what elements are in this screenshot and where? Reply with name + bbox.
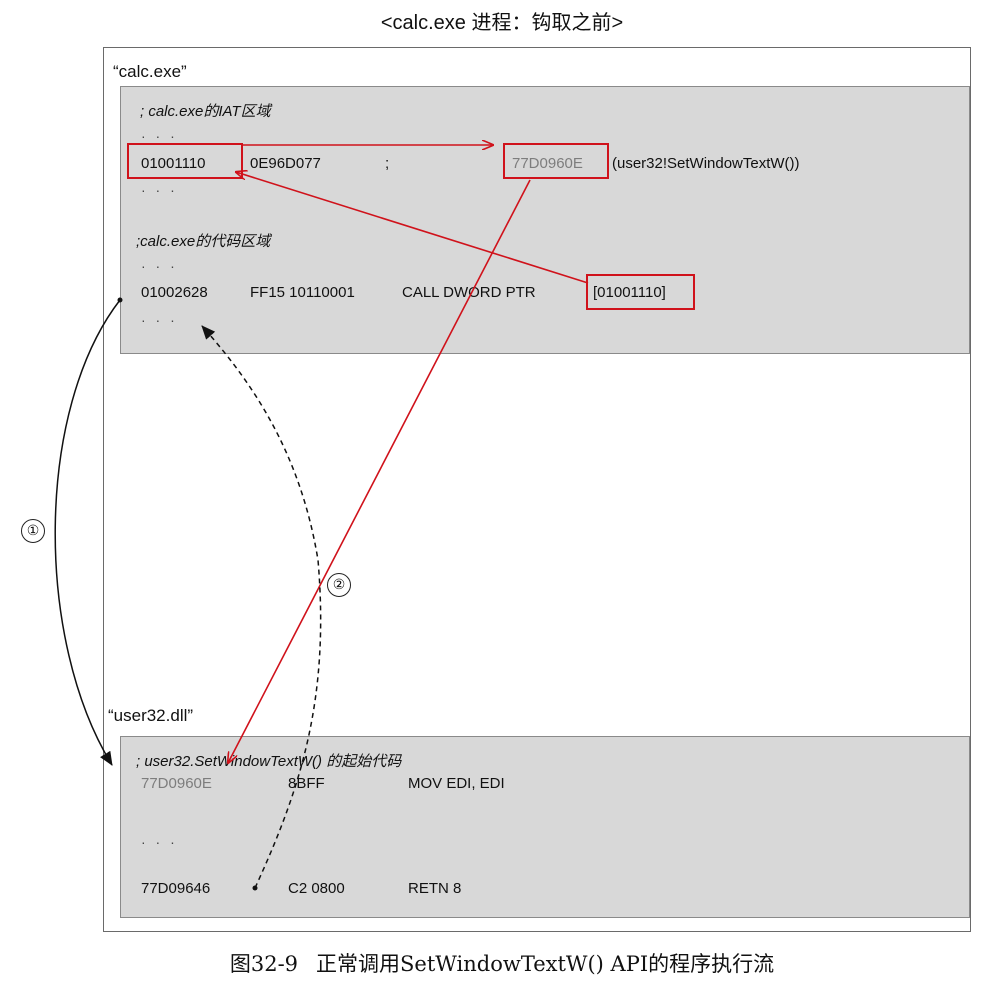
caption-text: 正常调用SetWindowTextW() API的程序执行流 <box>316 952 775 976</box>
return-flow-arrow-2 <box>201 325 322 889</box>
step-1-marker: ① <box>21 519 45 543</box>
flow-arrows <box>54 0 589 891</box>
caption-number: 图32-9 <box>229 952 299 976</box>
target-to-user32-arrow <box>228 179 531 763</box>
call-flow-arrow-1 <box>54 299 121 766</box>
figure-caption: 图32-9 正常调用SetWindowTextW() API的程序执行流 <box>0 948 1004 978</box>
operand-to-iat-arrow <box>236 172 589 284</box>
step-2-marker: ② <box>327 573 351 597</box>
